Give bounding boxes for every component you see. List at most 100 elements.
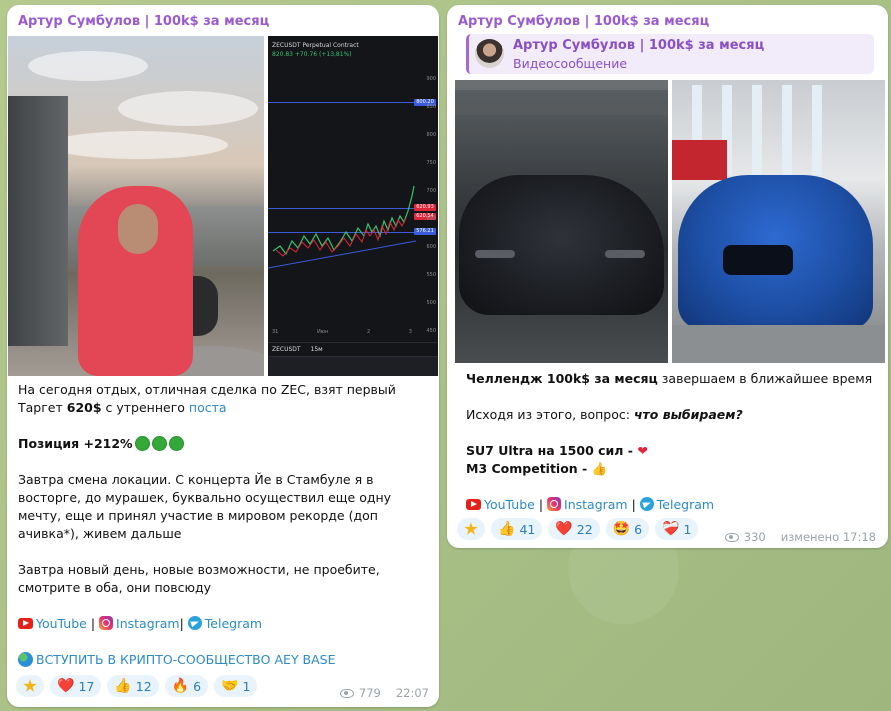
- question-emphasis: что выбираем?: [633, 407, 743, 422]
- date-label: Июн: [317, 329, 329, 335]
- separator: |: [534, 497, 548, 512]
- star-struck-icon: 🤩: [612, 521, 631, 537]
- views-count: 779: [358, 686, 381, 700]
- channel-author-name[interactable]: Артур Сумбулов | 100k$ за месяц: [7, 5, 439, 35]
- reaction-count: 22: [576, 521, 593, 537]
- telegram-icon: [187, 616, 202, 630]
- thumbs-up-icon: 👍: [498, 521, 516, 537]
- telegram-link[interactable]: Telegram: [657, 497, 714, 512]
- message-meta: 779 22:07: [339, 686, 429, 700]
- axis-tick: 450: [426, 328, 436, 334]
- youtube-icon: [18, 618, 33, 629]
- youtube-link[interactable]: YouTube: [36, 616, 87, 631]
- question-text: Исходя из этого, вопрос:: [466, 407, 634, 422]
- position-label: Позиция +212%: [18, 436, 133, 451]
- instagram-icon: [547, 497, 562, 511]
- reaction-fire[interactable]: 🔥 6: [164, 675, 209, 697]
- telegram-link[interactable]: Telegram: [205, 616, 262, 631]
- date-label: 31: [272, 329, 279, 335]
- reaction-heart[interactable]: ❤️ 17: [50, 675, 102, 697]
- challenge-text: завершаем в ближайшее время: [657, 371, 873, 386]
- axis-tick: 550: [426, 272, 436, 278]
- thumbs-up-icon: 👍: [114, 678, 132, 694]
- message-right[interactable]: Артур Сумбулов | 100k$ за месяц Артур Су…: [447, 5, 888, 548]
- paragraph-new-day: Завтра новый день, новые возможности, не…: [18, 562, 380, 595]
- reaction-count: 1: [683, 521, 692, 537]
- reaction-count: 6: [634, 521, 643, 537]
- message-meta: 330 изменено 17:18: [724, 530, 876, 544]
- handshake-icon: 🤝: [221, 678, 239, 694]
- photo-man-rooftop[interactable]: [8, 36, 264, 376]
- reaction-thumbs-up[interactable]: 👍 12: [107, 675, 159, 697]
- avatar: [475, 39, 504, 68]
- message-text: На сегодня отдых, отличная сделка по ZEC…: [7, 381, 439, 669]
- thumbs-up-icon: 👍: [591, 461, 608, 476]
- option-m3: M3 Competition -: [466, 461, 592, 476]
- add-paid-reaction-button[interactable]: [457, 518, 485, 540]
- instagram-icon: [99, 616, 114, 630]
- photo-trading-chart[interactable]: ZECUSDT Perpetual Contract 820.83 +70.76…: [268, 36, 438, 376]
- photo-blue-bmw[interactable]: [672, 80, 885, 363]
- instagram-link[interactable]: Instagram: [116, 616, 180, 631]
- chart-candles: [268, 185, 416, 269]
- photo-dark-car[interactable]: [455, 80, 668, 363]
- add-paid-reaction-button[interactable]: [16, 675, 44, 697]
- separator: |: [627, 497, 640, 512]
- axis-tick: 700: [426, 188, 436, 194]
- reaction-count: 6: [193, 678, 202, 694]
- reaction-count: 12: [135, 678, 152, 694]
- axis-tick: 600: [426, 244, 436, 250]
- edited-time: изменено 17:18: [780, 530, 876, 544]
- red-heart-icon: ❤: [637, 443, 648, 458]
- text-line1-rest: с утреннего: [101, 400, 189, 415]
- views-count: 330: [743, 530, 766, 544]
- reactions-bar: ❤️ 17 👍 12 🔥 6 🤝 1: [16, 675, 258, 697]
- green-circle-icon: [168, 436, 184, 451]
- views-eye-icon: [339, 688, 354, 698]
- message-time: 22:07: [395, 686, 429, 700]
- globe-icon: [18, 652, 33, 667]
- youtube-link[interactable]: YouTube: [484, 497, 535, 512]
- axis-tick: 500: [426, 300, 436, 306]
- axis-tick: 850: [426, 104, 436, 110]
- reaction-heart[interactable]: ❤️ 22: [548, 518, 600, 540]
- reaction-star-struck[interactable]: 🤩 6: [605, 518, 650, 540]
- green-circle-icon: [134, 436, 150, 451]
- reaction-mending-heart[interactable]: ❤️‍🩹 1: [655, 518, 699, 540]
- option-su7: SU7 Ultra на 1500 сил -: [466, 443, 638, 458]
- heart-icon: ❤️: [555, 521, 573, 537]
- channel-author-name[interactable]: Артур Сумбулов | 100k$ за месяц: [447, 5, 888, 35]
- chart-timeframe: 15м: [310, 346, 323, 353]
- reply-subtitle: Видеосообщение: [513, 56, 628, 71]
- separator: |: [179, 616, 188, 631]
- message-left[interactable]: Артур Сумбулов | 100k$ за месяц ZECUSDT …: [7, 5, 439, 707]
- axis-tick: 800: [426, 132, 436, 138]
- date-label: 2: [366, 329, 371, 335]
- axis-tick: 900: [426, 76, 436, 82]
- heart-icon: ❤️: [57, 678, 75, 694]
- paragraph-concert: Завтра смена локации. С концерта Йе в Ст…: [18, 472, 392, 541]
- chart-symbol-footer: ZECUSDT: [272, 346, 301, 353]
- views-eye-icon: [724, 532, 739, 542]
- date-label: 3: [408, 329, 412, 335]
- green-circle-icon: [151, 436, 167, 451]
- star-icon: [23, 679, 37, 692]
- target-price: 620$: [66, 400, 102, 415]
- axis-tick: 750: [426, 160, 436, 166]
- star-icon: [464, 522, 478, 535]
- reaction-count: 17: [78, 678, 95, 694]
- reply-preview[interactable]: Артур Сумбулов | 100k$ за месяц Видеосоо…: [466, 34, 874, 74]
- youtube-icon: [466, 499, 481, 510]
- message-text: Челлендж 100k$ за месяц завершаем в ближ…: [455, 370, 885, 514]
- post-link[interactable]: поста: [189, 400, 227, 415]
- reaction-handshake[interactable]: 🤝 1: [214, 675, 258, 697]
- separator: |: [86, 616, 100, 631]
- reply-title: Артур Сумбулов | 100k$ за месяц: [513, 38, 765, 53]
- reactions-bar: 👍 41 ❤️ 22 🤩 6 ❤️‍🩹 1: [457, 518, 699, 540]
- community-link[interactable]: ВСТУПИТЬ В КРИПТО-СООБЩЕСТВО AEY BASE: [36, 652, 336, 667]
- reaction-count: 41: [519, 521, 536, 537]
- reaction-thumbs-up[interactable]: 👍 41: [491, 518, 543, 540]
- mending-heart-icon: ❤️‍🩹: [662, 521, 680, 537]
- fire-icon: 🔥: [171, 678, 190, 694]
- instagram-link[interactable]: Instagram: [564, 497, 628, 512]
